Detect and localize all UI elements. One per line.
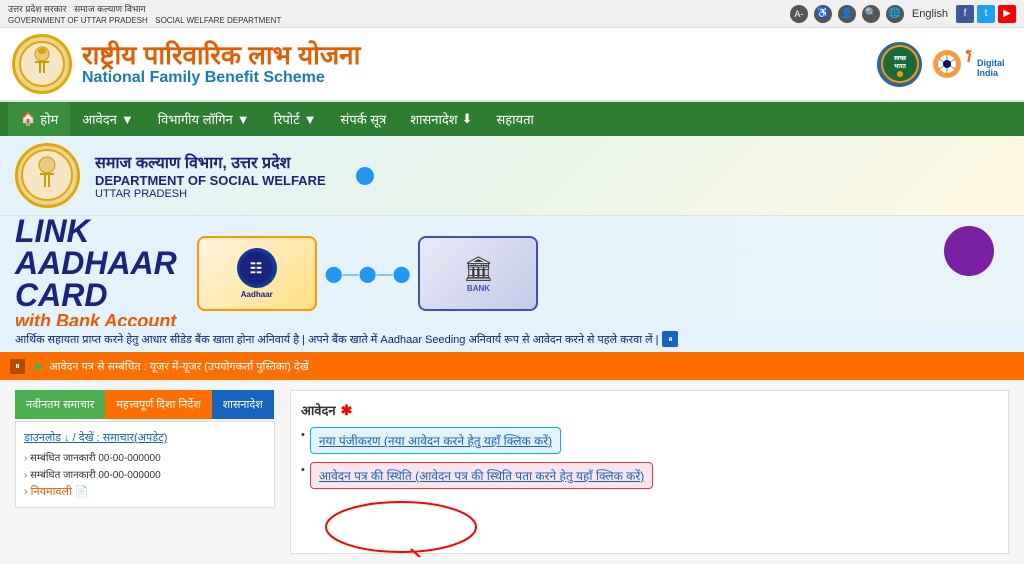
bullet-1: • bbox=[301, 429, 305, 441]
link-line1: LINK bbox=[15, 216, 177, 247]
nav-dept-login[interactable]: विभागीय लॉगिन ▼ bbox=[146, 102, 262, 136]
top-bar-left: उत्तर प्रदेश सरकार समाज कल्याण विभाग GOV… bbox=[8, 2, 281, 25]
swachh-bharat-logo: स्वच्छ भारत bbox=[877, 42, 922, 87]
pause-button[interactable]: ⏸ bbox=[10, 359, 25, 374]
header-right: स्वच्छ भारत i Digital I bbox=[877, 42, 1012, 87]
govt-label: उत्तर प्रदेश सरकार समाज कल्याण विभाग GOV… bbox=[8, 2, 281, 25]
info-icon: ⏸ bbox=[662, 331, 678, 347]
header-left: राष्ट्रीय पारिवारिक लाभ योजना National F… bbox=[12, 34, 360, 94]
nav-application[interactable]: आवेदन ▼ bbox=[70, 102, 146, 136]
dropdown-arrow-icon3: ▼ bbox=[304, 112, 317, 127]
banner-text: समाज कल्याण विभाग, उत्तर प्रदेश DEPARTME… bbox=[95, 151, 326, 200]
main-content: नवीनतम समाचार महत्त्वपूर्ण दिशा निर्देश … bbox=[0, 380, 1024, 564]
marquee-text: ▶ आवेदन पत्र से सम्बंधित : यूजर में-यूजर… bbox=[35, 359, 309, 374]
link-line4: with Bank Account bbox=[15, 311, 177, 326]
link-line2: AADHAAR bbox=[15, 247, 177, 279]
purple-circle-decoration bbox=[944, 226, 994, 276]
header-title-block: राष्ट्रीय पारिवारिक लाभ योजना National F… bbox=[82, 41, 360, 88]
header: राष्ट्रीय पारिवारिक लाभ योजना National F… bbox=[0, 28, 1024, 102]
new-registration-link[interactable]: नया पंजीकरण (नया आवेदन करने हेतु यहाँ क्… bbox=[310, 427, 561, 454]
bullet-2: • bbox=[301, 464, 305, 476]
globe-icon[interactable]: 🌐 bbox=[886, 5, 904, 23]
download-icon: ⬇ bbox=[462, 111, 473, 127]
navbar: 🏠 होम आवेदन ▼ विभागीय लॉगिन ▼ रिपोर्ट ▼ … bbox=[0, 102, 1024, 136]
star-icon: ✱ bbox=[341, 402, 353, 419]
arrow-icon-1: › bbox=[24, 453, 27, 464]
top-bar: उत्तर प्रदेश सरकार समाज कल्याण विभाग GOV… bbox=[0, 0, 1024, 28]
aadhaar-logo: ☷ bbox=[237, 248, 277, 288]
header-title-hindi: राष्ट्रीय पारिवारिक लाभ योजना bbox=[82, 41, 360, 70]
user-icon[interactable]: 👤 bbox=[838, 5, 856, 23]
svg-text:Digital: Digital bbox=[977, 58, 1005, 68]
bank-label: BANK bbox=[463, 284, 493, 293]
banner-dept-english: DEPARTMENT OF SOCIAL WELFARE bbox=[95, 173, 326, 188]
section-title: आवेदन ✱ bbox=[301, 401, 998, 419]
social-icons: f t ▶ bbox=[956, 5, 1016, 23]
nav-home[interactable]: 🏠 होम bbox=[8, 102, 70, 136]
nav-help[interactable]: सहायता bbox=[485, 102, 546, 136]
svg-text:India: India bbox=[977, 68, 999, 78]
niyamavali-link[interactable]: › नियमावली 📄 bbox=[24, 484, 266, 499]
link-line3: CARD bbox=[15, 279, 177, 311]
nav-report[interactable]: रिपोर्ट ▼ bbox=[262, 102, 329, 136]
dept-logo bbox=[15, 143, 80, 208]
chain-connector: ⬤—⬤—⬤ bbox=[325, 264, 411, 284]
dropdown-arrow-icon2: ▼ bbox=[237, 112, 250, 127]
svg-text:स्वच्छ: स्वच्छ bbox=[892, 56, 906, 62]
bank-card: 🏛 BANK bbox=[418, 236, 538, 311]
left-panel: नवीनतम समाचार महत्त्वपूर्ण दिशा निर्देश … bbox=[15, 390, 275, 554]
orange-bar: ⏸ ▶ आवेदन पत्र से सम्बंधित : यूजर में-यू… bbox=[0, 352, 1024, 380]
tab-orders[interactable]: शासनादेश bbox=[212, 390, 274, 419]
govt-logo bbox=[12, 34, 72, 94]
nav-order[interactable]: शासनादेश ⬇ bbox=[398, 102, 484, 136]
left-content: डाउनलोड ↓ / देखें : समाचार(अपडेट) › सम्ब… bbox=[15, 421, 275, 508]
svg-text:भारत: भारत bbox=[894, 64, 906, 70]
search-icon[interactable]: 🔍 bbox=[862, 5, 880, 23]
info-text: आर्थिक सहायता प्राप्त करने हेतु आधार सीड… bbox=[15, 332, 658, 347]
youtube-icon[interactable]: ▶ bbox=[998, 5, 1016, 23]
info-bar: आर्थिक सहायता प्राप्त करने हेतु आधार सीड… bbox=[0, 326, 1024, 352]
news-item-1: › सम्बंधित जानकारी 00-00-000000 bbox=[24, 450, 266, 464]
language-label[interactable]: English bbox=[912, 8, 948, 20]
aadhaar-card: ☷ Aadhaar bbox=[197, 236, 317, 311]
banner-state: UTTAR PRADESH bbox=[95, 188, 326, 200]
tab-guidelines[interactable]: महत्त्वपूर्ण दिशा निर्देश bbox=[105, 390, 211, 419]
accessibility-icons: A- ♿ 👤 🔍 🌐 bbox=[790, 5, 904, 23]
link-aadhaar-text: LINK AADHAAR CARD with Bank Account bbox=[15, 216, 177, 326]
header-title-english: National Family Benefit Scheme bbox=[82, 69, 360, 87]
status-link-row: • आवेदन पत्र की स्थिति (आवेदन पत्र की स्… bbox=[301, 462, 998, 489]
svg-text:☷: ☷ bbox=[250, 260, 263, 276]
news-item-2: › सम्बंधित जानकारी 00-00-000000 bbox=[24, 467, 266, 481]
dropdown-arrow-icon: ▼ bbox=[121, 112, 134, 127]
banner-dept-hindi: समाज कल्याण विभाग, उत्तर प्रदेश bbox=[95, 151, 326, 173]
tabs: नवीनतम समाचार महत्त्वपूर्ण दिशा निर्देश … bbox=[15, 390, 275, 419]
play-icon: ▶ bbox=[35, 359, 44, 373]
top-bar-right: A- ♿ 👤 🔍 🌐 English f t ▶ bbox=[790, 5, 1016, 23]
link-images: ☷ Aadhaar ⬤—⬤—⬤ 🏛 BANK bbox=[197, 236, 539, 311]
digital-india-logo: i Digital India bbox=[932, 44, 1012, 84]
annotation-area bbox=[321, 497, 998, 562]
arrow-icon-2: › bbox=[24, 470, 27, 481]
application-status-link[interactable]: आवेदन पत्र की स्थिति (आवेदन पत्र की स्थि… bbox=[310, 462, 653, 489]
twitter-icon[interactable]: t bbox=[977, 5, 995, 23]
accessibility-icon[interactable]: ♿ bbox=[814, 5, 832, 23]
right-panel: आवेदन ✱ • नया पंजीकरण (नया आवेदन करने हे… bbox=[290, 390, 1009, 554]
facebook-icon[interactable]: f bbox=[956, 5, 974, 23]
blue-dot-decoration bbox=[356, 167, 374, 185]
bank-icon: 🏛 bbox=[463, 255, 493, 284]
arrow-icon-3: › bbox=[24, 486, 28, 498]
link-aadhaar-section: LINK AADHAAR CARD with Bank Account ☷ Aa… bbox=[0, 216, 1024, 326]
download-header[interactable]: डाउनलोड ↓ / देखें : समाचार(अपडेट) bbox=[24, 430, 266, 445]
home-icon: 🏠 bbox=[20, 111, 36, 127]
nav-contact[interactable]: संपर्क सूत्र bbox=[329, 102, 399, 136]
register-link-row: • नया पंजीकरण (नया आवेदन करने हेतु यहाँ … bbox=[301, 427, 998, 454]
tab-news[interactable]: नवीनतम समाचार bbox=[15, 390, 105, 419]
font-decrease-icon[interactable]: A- bbox=[790, 5, 808, 23]
dept-banner: समाज कल्याण विभाग, उत्तर प्रदेश DEPARTME… bbox=[0, 136, 1024, 216]
